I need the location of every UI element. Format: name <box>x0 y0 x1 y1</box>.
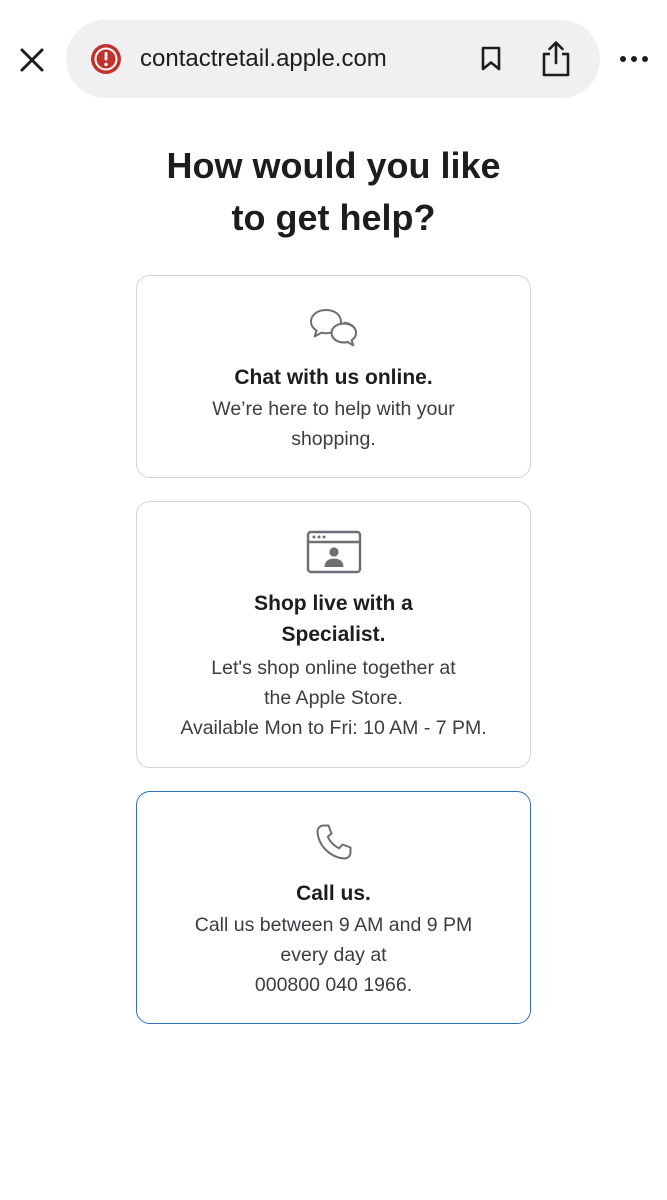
option-title: Chat with us online. <box>137 362 530 393</box>
address-bar[interactable]: contactretail.apple.com <box>66 20 600 98</box>
option-description: We’re here to help with your shopping. <box>137 394 530 454</box>
option-description-line: Available Mon to Fri: 10 AM - 7 PM. <box>180 717 487 739</box>
option-title: Call us. <box>137 878 530 909</box>
more-icon <box>620 56 648 62</box>
option-description: Call us between 9 AM and 9 PM every day … <box>137 910 530 1000</box>
option-description-line: Call us between 9 AM and 9 PM <box>194 914 473 936</box>
share-icon <box>542 41 570 77</box>
option-description-line: the Apple Store. <box>264 687 403 709</box>
chat-bubbles-icon <box>309 309 357 347</box>
bookmark-button[interactable] <box>474 42 508 76</box>
option-description-line: shopping. <box>291 428 376 450</box>
phone-number[interactable]: 000800 040 1966. <box>137 970 530 1000</box>
bookmark-icon <box>481 46 501 71</box>
option-description: Let's shop online together at the Apple … <box>137 653 530 743</box>
browser-toolbar: contactretail.apple.com <box>0 0 667 120</box>
share-button[interactable] <box>536 38 576 80</box>
page-title-line: to get help? <box>231 197 436 238</box>
option-description-line: Let's shop online together at <box>211 657 456 679</box>
shop-live-option[interactable]: Shop live with a Specialist. Let's shop … <box>136 501 531 768</box>
option-title-line: Chat with us online. <box>234 366 433 389</box>
close-button[interactable] <box>14 42 50 78</box>
option-title-line: Specialist. <box>281 623 386 646</box>
chat-online-option[interactable]: Chat with us online. We’re here to help … <box>136 275 531 478</box>
option-description-line: We’re here to help with your <box>212 398 455 420</box>
option-title-line: Shop live with a <box>254 592 413 615</box>
url-text[interactable]: contactretail.apple.com <box>140 44 387 74</box>
more-button[interactable] <box>612 44 656 74</box>
video-specialist-icon <box>306 530 361 574</box>
option-title: Shop live with a Specialist. <box>137 588 530 650</box>
close-icon <box>20 48 44 72</box>
page-title: How would you like to get help? <box>0 140 667 244</box>
option-description-line: every day at <box>280 944 387 966</box>
phone-icon <box>316 824 351 860</box>
call-us-option[interactable]: Call us. Call us between 9 AM and 9 PM e… <box>136 791 531 1024</box>
page-title-line: How would you like <box>166 145 501 186</box>
warning-icon[interactable] <box>90 43 122 75</box>
option-title-line: Call us. <box>296 882 371 905</box>
